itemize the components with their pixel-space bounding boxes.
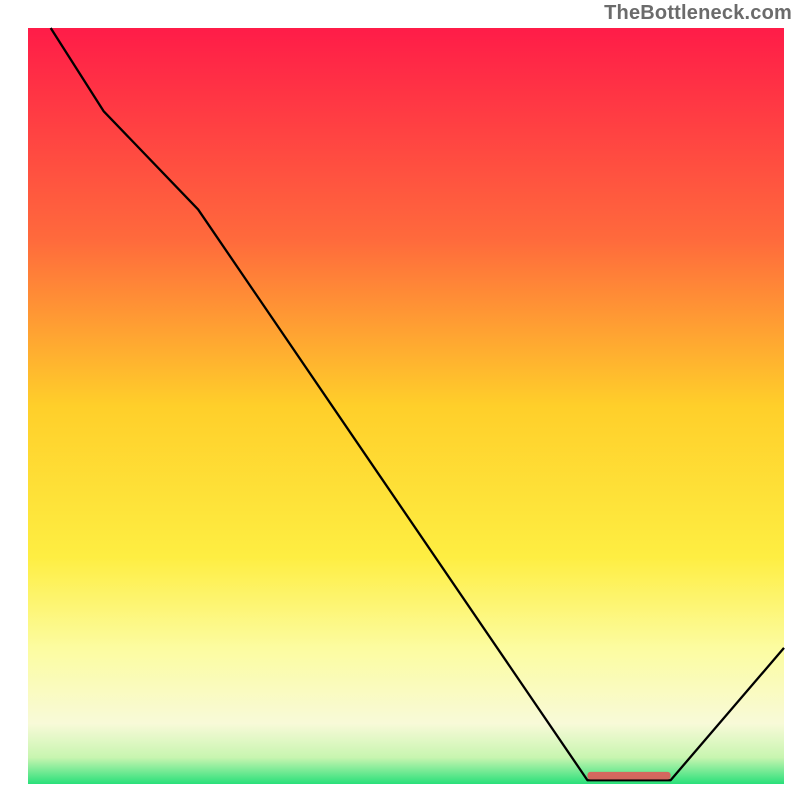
bottleneck-chart: TheBottleneck.com: [0, 0, 800, 800]
watermark-label: TheBottleneck.com: [604, 2, 792, 25]
optimal-range-marker: [587, 772, 670, 780]
gradient-background: [28, 28, 784, 784]
chart-canvas: [0, 0, 800, 800]
